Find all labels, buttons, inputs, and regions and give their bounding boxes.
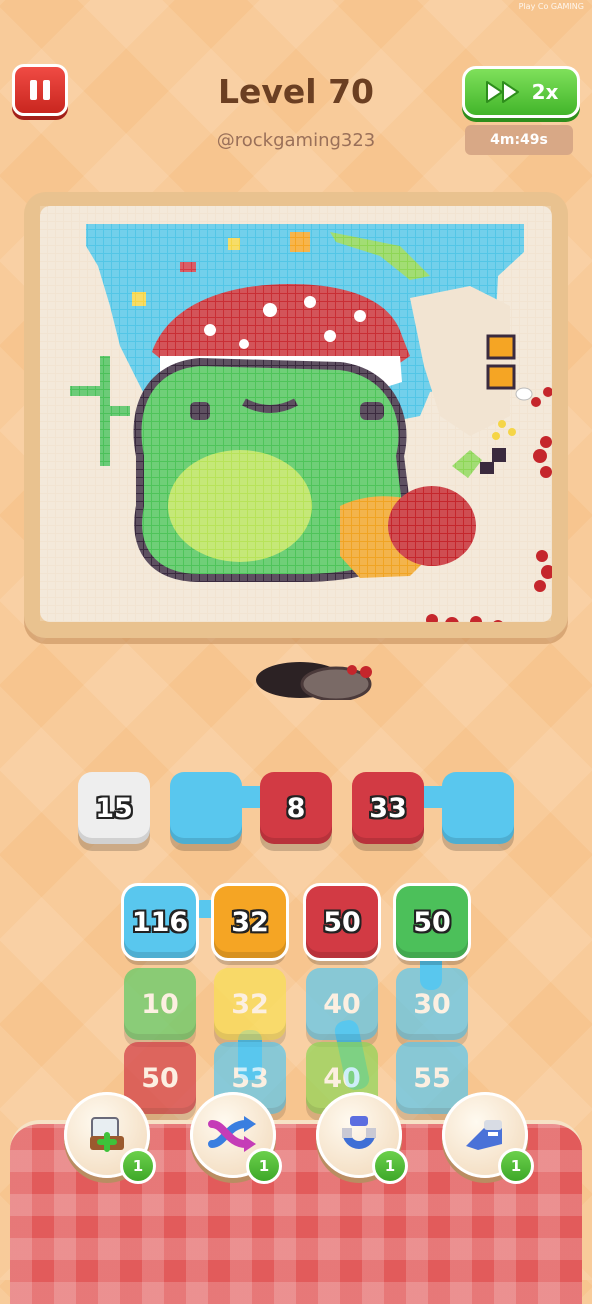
- shuffle-powerup-button[interactable]: 1: [190, 1092, 282, 1184]
- bug-hole: [256, 662, 372, 700]
- powerup-count-badge: 1: [498, 1148, 534, 1184]
- vacuum-powerup-button[interactable]: 1: [442, 1092, 534, 1184]
- queue-tile[interactable]: [170, 772, 242, 844]
- fast-forward-icon: [485, 81, 519, 103]
- grid-tile[interactable]: 50: [393, 883, 471, 961]
- grid-tile[interactable]: 30: [396, 968, 468, 1040]
- pixel-art-canvas: [40, 206, 555, 632]
- queue-tile[interactable]: 33: [352, 772, 424, 844]
- grid-tile[interactable]: 40: [306, 968, 378, 1040]
- speed-toggle-button[interactable]: 2x: [462, 66, 580, 118]
- powerup-count-badge: 1: [120, 1148, 156, 1184]
- grid-tile[interactable]: 32: [214, 968, 286, 1040]
- grid-tile[interactable]: 116: [121, 883, 199, 961]
- queue-tile[interactable]: 15: [78, 772, 150, 844]
- grid-tile[interactable]: 10: [124, 968, 196, 1040]
- grid-tile[interactable]: 32: [211, 883, 289, 961]
- powerup-count-badge: 1: [246, 1148, 282, 1184]
- pixel-art: [40, 206, 555, 632]
- speed-label: 2x: [531, 80, 559, 104]
- magnet-powerup-button[interactable]: 1: [316, 1092, 408, 1184]
- queue-tile[interactable]: 8: [260, 772, 332, 844]
- level-timer: 4m:49s: [465, 125, 573, 155]
- corner-watermark: Play Co GAMING: [518, 2, 584, 11]
- grid-tile[interactable]: 50: [303, 883, 381, 961]
- add-slot-powerup-button[interactable]: 1: [64, 1092, 156, 1184]
- queue-tile[interactable]: [442, 772, 514, 844]
- powerup-count-badge: 1: [372, 1148, 408, 1184]
